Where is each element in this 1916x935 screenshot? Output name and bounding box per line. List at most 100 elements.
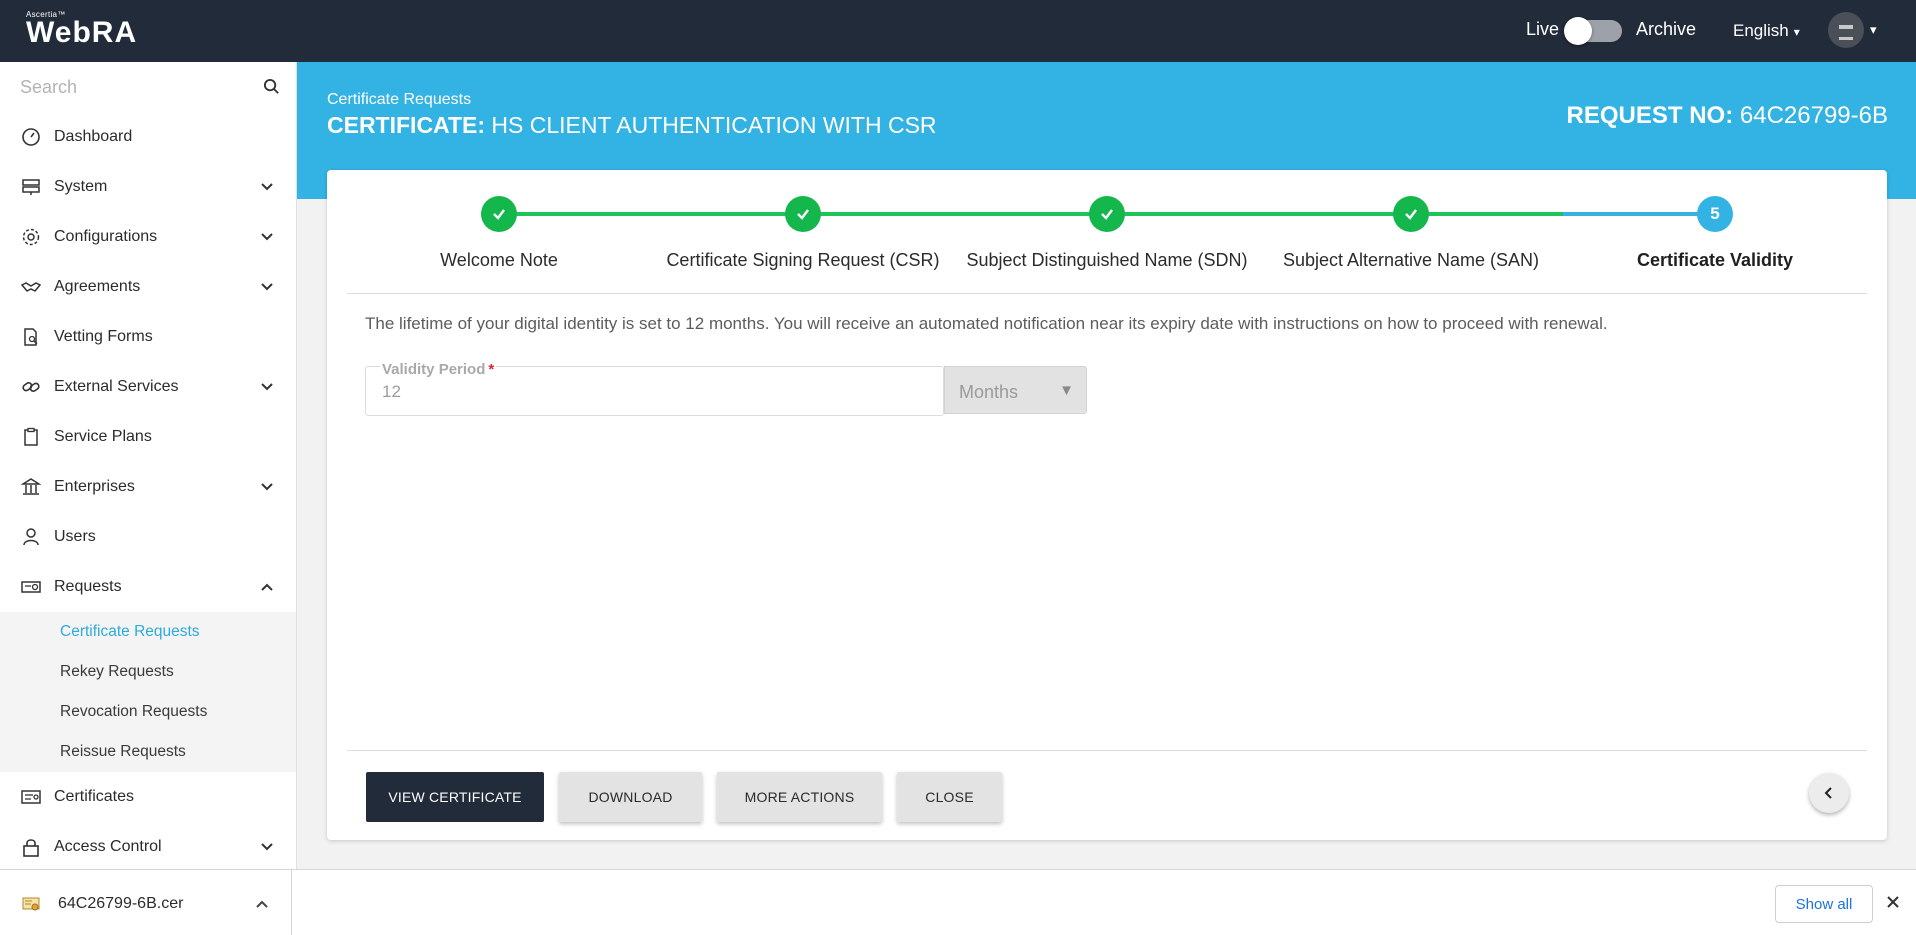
validity-unit-select[interactable]: Months ▼ [944,366,1087,414]
view-certificate-button[interactable]: VIEW CERTIFICATE [366,772,544,822]
show-all-button[interactable]: Show all [1775,885,1873,923]
wizard-stepper: Welcome Note Certificate Signing Request… [347,170,1867,294]
page-title-prefix: CERTIFICATE: [327,112,486,138]
sidebar-item-label: Vetting Forms [54,328,153,345]
form-search-icon [21,327,41,347]
breadcrumb[interactable]: Certificate Requests [327,91,471,109]
sidebar-subitem-reissue-requests[interactable]: Reissue Requests [0,732,296,772]
sidebar: Dashboard System Configurations Agreemen… [0,62,297,869]
sidebar-item-enterprises[interactable]: Enterprises [0,462,296,512]
live-label: Live [1526,19,1560,39]
chevron-down-icon [261,483,273,491]
avatar[interactable] [1828,12,1864,48]
language-selector[interactable]: English ▾ [1733,21,1800,41]
sidebar-item-service-plans[interactable]: Service Plans [0,412,296,462]
sidebar-search [0,62,296,112]
sidebar-item-configurations[interactable]: Configurations [0,212,296,262]
requests-icon [21,577,41,597]
chevron-down-icon [261,283,273,291]
sidebar-item-dashboard[interactable]: Dashboard [0,112,296,162]
sidebar-item-label: Configurations [54,228,158,245]
step-label: Welcome Note [440,250,558,270]
sidebar-subitem-rekey-requests[interactable]: Rekey Requests [0,652,296,692]
dashboard-icon [21,127,41,147]
sidebar-item-system[interactable]: System [0,162,296,212]
page-title-text: HS CLIENT AUTHENTICATION WITH CSR [491,112,937,138]
brand-name: WebRA [26,16,138,49]
sidebar-item-label: External Services [54,378,179,395]
chevron-left-icon [1824,787,1832,799]
validity-info-text: The lifetime of your digital identity is… [365,314,1608,333]
chevron-down-icon [261,843,273,851]
sidebar-item-label: System [54,178,108,195]
chevron-down-icon [261,183,273,191]
wizard-card: Welcome Note Certificate Signing Request… [327,170,1887,840]
step-connector [499,212,803,216]
sidebar-item-label: Agreements [54,278,141,295]
sidebar-item-access-control[interactable]: Access Control [0,822,296,869]
sidebar-item-label: Service Plans [54,428,152,445]
chevron-up-icon[interactable] [255,897,269,911]
sidebar-item-label: Certificates [54,788,135,805]
validity-period-label: Validity Period * [380,361,497,378]
step-connector [803,212,1107,216]
live-archive-toggle[interactable] [1564,17,1622,45]
search-input[interactable] [0,62,296,112]
user-icon [21,527,41,547]
validity-period-field[interactable]: Validity Period * 12 [365,361,944,416]
validity-unit-value: Months [959,382,1019,402]
lock-icon [21,837,41,857]
download-file-name: 64C26799-6B.cer [58,895,184,912]
top-bar: Ascertia™ WebRA Live Archive English ▾ ▾ [0,0,1916,62]
gear-icon [21,227,41,247]
main-content: Certificate Requests CERTIFICATE: HS CLI… [297,62,1916,869]
check-icon [481,196,517,232]
requests-submenu: Certificate Requests Rekey Requests Revo… [0,612,296,772]
step-connector [1411,212,1563,216]
certificate-icon [21,787,41,807]
chevron-down-icon [261,383,273,391]
step-label: Subject Distinguished Name (SDN) [966,250,1248,270]
required-mark: * [488,361,495,378]
chevron-down-icon [261,233,273,241]
sidebar-item-label: Users [54,528,96,545]
sidebar-item-external-services[interactable]: External Services [0,362,296,412]
step-connector [1563,212,1715,216]
footer-divider [347,750,1867,751]
sidebar-item-agreements[interactable]: Agreements [0,262,296,312]
sidebar-item-label: Dashboard [54,128,133,145]
chevron-up-icon [261,583,273,591]
validity-period-value: 12 [382,382,401,401]
caret-down-icon: ▼ [1059,382,1074,399]
request-number-prefix: REQUEST NO: [1566,102,1734,129]
brand-logo[interactable]: Ascertia™ WebRA [26,10,137,48]
sidebar-item-requests[interactable]: Requests [0,562,296,612]
close-button[interactable]: CLOSE [897,772,1002,822]
search-icon[interactable] [263,78,280,95]
sidebar-item-vetting-forms[interactable]: Vetting Forms [0,312,296,362]
handshake-icon [21,277,41,297]
more-actions-button[interactable]: MORE ACTIONS [717,772,882,822]
sidebar-item-certificates[interactable]: Certificates [0,772,296,822]
server-icon [21,177,41,197]
check-icon [1393,196,1429,232]
check-icon [1089,196,1125,232]
collapse-button[interactable] [1809,773,1849,813]
step-label: Certificate Validity [1636,250,1794,270]
sidebar-item-users[interactable]: Users [0,512,296,562]
close-icon[interactable] [1885,894,1901,910]
step-label: Subject Alternative Name (SAN) [1282,250,1540,270]
clipboard-icon [21,427,41,447]
sidebar-item-label: Enterprises [54,478,135,495]
check-icon [785,196,821,232]
sidebar-subitem-certificate-requests[interactable]: Certificate Requests [0,612,296,652]
download-button[interactable]: DOWNLOAD [559,772,702,822]
step-number: 5 [1697,196,1733,232]
sidebar-subitem-revocation-requests[interactable]: Revocation Requests [0,692,296,732]
step-label: Certificate Signing Request (CSR) [666,250,940,270]
step-connector [1107,212,1411,216]
archive-label: Archive [1636,19,1697,39]
user-menu-chevron-icon[interactable]: ▾ [1870,22,1877,38]
page-title: CERTIFICATE: HS CLIENT AUTHENTICATION WI… [327,112,937,139]
download-item[interactable]: 64C26799-6B.cer [0,870,292,935]
